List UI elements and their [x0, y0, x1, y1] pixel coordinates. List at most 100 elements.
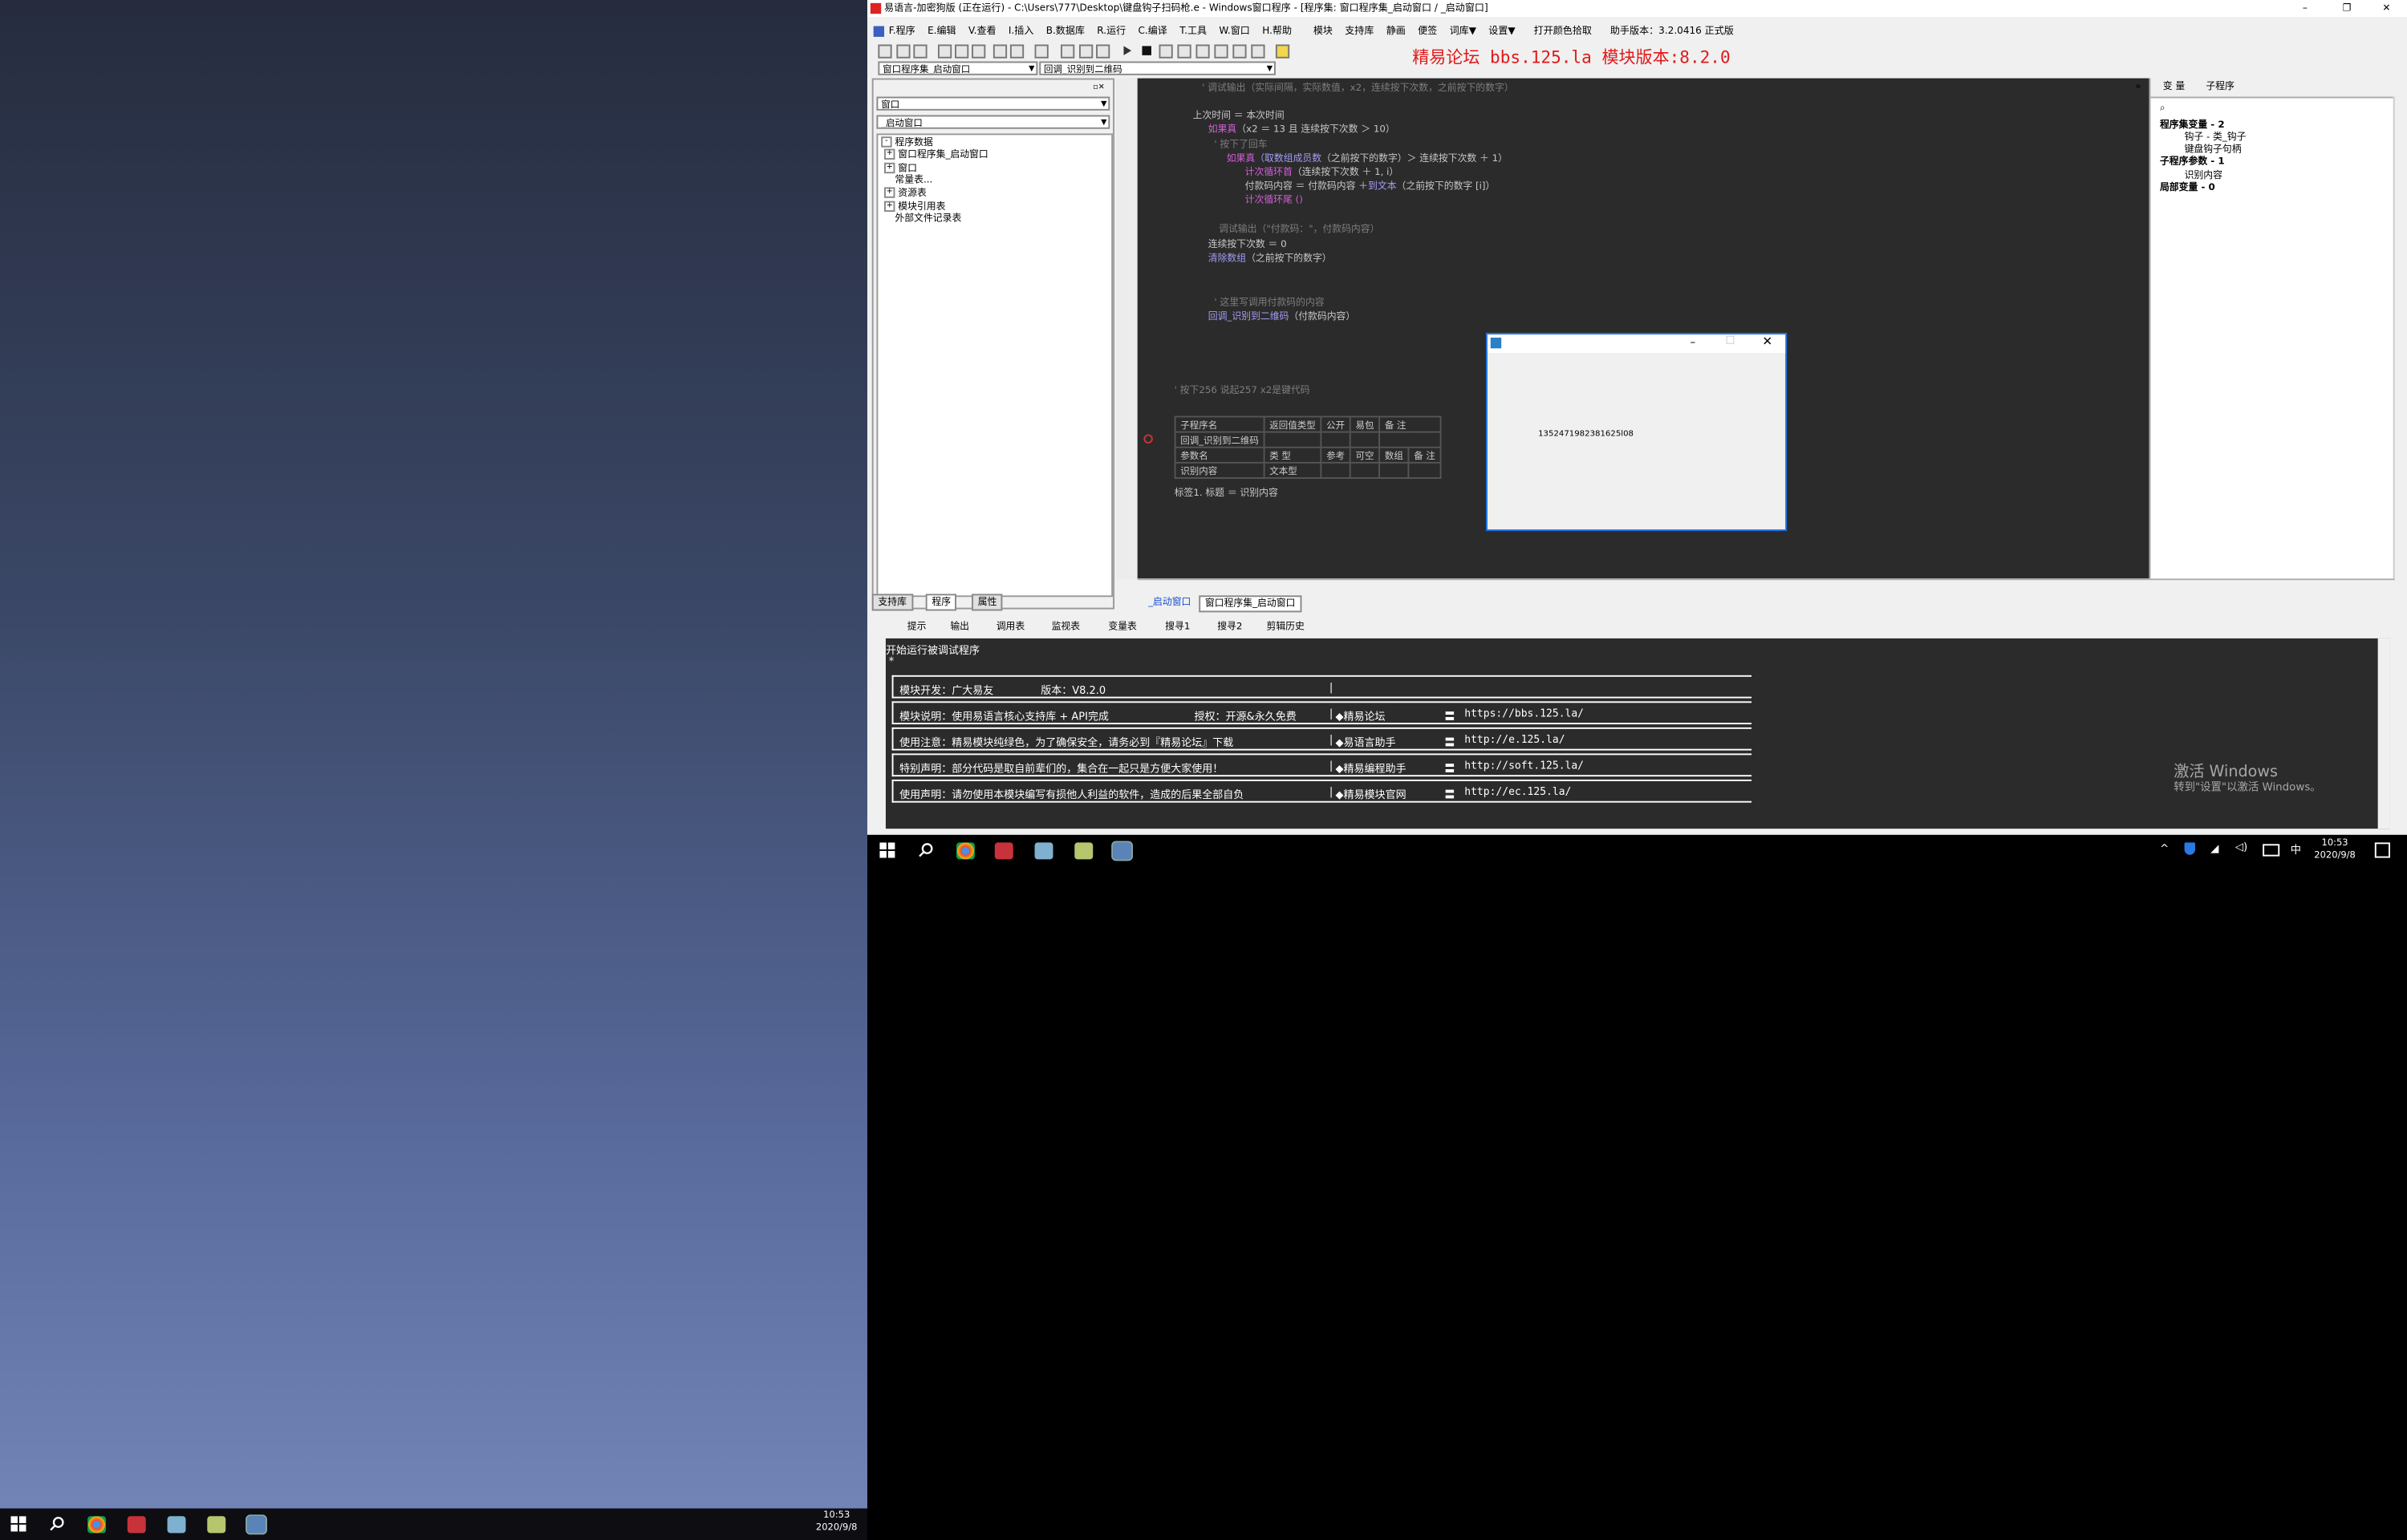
expand-icon[interactable]: + — [884, 187, 895, 198]
copy-icon[interactable] — [955, 44, 969, 59]
tab-variables-table[interactable]: 变量表 — [1108, 618, 1137, 637]
paste-icon[interactable] — [972, 44, 986, 59]
menu-tools[interactable]: T.工具 — [1179, 26, 1207, 37]
pdf-app-icon[interactable] — [994, 842, 1013, 860]
expand-panel-icon[interactable]: » — [2135, 79, 2141, 97]
tab-watch[interactable]: 监视表 — [1052, 618, 1081, 637]
menu-compile[interactable]: C.编译 — [1139, 26, 1167, 37]
table-cell[interactable] — [1320, 461, 1351, 479]
clock-left[interactable]: 10:53 2020/9/8 — [807, 1510, 866, 1535]
var-tree-item[interactable]: 键盘钩子句柄 — [2185, 144, 2242, 156]
output-box-link[interactable]: http://e.125.la/ — [1464, 734, 1565, 746]
menu-program[interactable]: F.程序 — [889, 26, 915, 37]
output-box-link[interactable]: http://soft.125.la/ — [1464, 760, 1584, 772]
pdf-app-icon[interactable] — [127, 1516, 146, 1534]
tab-properties[interactable]: 属性 — [972, 594, 1004, 611]
helper-icon[interactable] — [1275, 44, 1290, 59]
tree-item-window[interactable]: + 窗口 — [884, 161, 917, 176]
tree-item-module-refs[interactable]: + 模块引用表 — [884, 200, 945, 214]
var-tree-item[interactable]: 程序集变量 - 2 — [2160, 120, 2225, 132]
watch-icon[interactable] — [1251, 44, 1265, 59]
table-cell[interactable] — [1407, 461, 1442, 479]
component-name-combo[interactable]: _启动窗口 ▼ — [876, 115, 1110, 129]
step-into-icon[interactable] — [1159, 44, 1173, 59]
breakpoint-marker[interactable] — [1143, 434, 1153, 444]
chrome-icon[interactable] — [87, 1516, 107, 1534]
tab-search1[interactable]: 搜寻1 — [1165, 618, 1190, 637]
tree-item-program-data[interactable]: - 程序数据 — [881, 136, 933, 150]
step-over-icon[interactable] — [1177, 44, 1191, 59]
open-file-icon[interactable] — [896, 44, 911, 59]
expand-icon[interactable]: + — [884, 200, 895, 212]
tab-subroutines[interactable]: 子程序 — [2206, 79, 2234, 97]
tab-support-lib[interactable]: 支持库 — [871, 594, 913, 611]
tab-call-stack[interactable]: 调用表 — [996, 618, 1025, 637]
tool-app-icon[interactable] — [207, 1516, 226, 1534]
breakpoint-icon[interactable] — [1232, 44, 1247, 59]
table-cell[interactable]: 识别内容 — [1174, 461, 1265, 479]
redo-icon[interactable] — [1009, 44, 1025, 59]
tree-item-constants[interactable]: 常量表... — [895, 175, 932, 188]
var-tree-item[interactable]: 识别内容 — [2185, 170, 2222, 182]
restore-button[interactable]: ❐ — [2343, 0, 2352, 17]
tab-search2[interactable]: 搜寻2 — [1217, 618, 1242, 637]
table-cell[interactable] — [1349, 431, 1381, 448]
save-icon[interactable] — [913, 44, 927, 59]
start-icon[interactable] — [10, 1516, 26, 1532]
assembly-selector[interactable]: 窗口程序集_启动窗口 ▼ — [878, 61, 1038, 75]
table-cell[interactable]: 文本型 — [1263, 461, 1322, 479]
tab-variables[interactable]: 变 量 — [2163, 79, 2185, 97]
tree-item-assembly[interactable]: + 窗口程序集_启动窗口 — [884, 148, 988, 163]
search-icon[interactable] — [918, 842, 933, 857]
dialog-minimize-button[interactable]: – — [1691, 336, 1696, 348]
tab-output[interactable]: 输出 — [950, 618, 969, 637]
code-horizontal-scrollbar[interactable] — [1137, 578, 2395, 594]
notes-app-icon[interactable] — [1034, 842, 1053, 860]
close-button[interactable]: ✕ — [2382, 0, 2390, 17]
table-cell[interactable] — [1378, 431, 1442, 448]
volume-icon[interactable]: ◁) — [2235, 841, 2248, 853]
menu-support-lib[interactable]: 支持库 — [1345, 26, 1374, 37]
output-panel[interactable]: 开始运行被调试程序 * 模块开发：广大易友 版本：V8.2.0 | 模块说明：使… — [885, 638, 2390, 829]
expand-icon[interactable]: + — [884, 148, 895, 160]
notes-app-icon[interactable] — [167, 1516, 186, 1534]
var-tree-item[interactable]: 钩子 - 类_钩子 — [2185, 132, 2247, 144]
output-box-link[interactable]: https://bbs.125.la/ — [1464, 707, 1584, 719]
collapse-icon[interactable]: - — [881, 136, 892, 148]
tab-clipboard-history[interactable]: 剪辑历史 — [1266, 618, 1304, 637]
tree-item-resources[interactable]: + 资源表 — [884, 187, 927, 201]
menu-window[interactable]: W.窗口 — [1219, 26, 1249, 37]
menu-help[interactable]: H.帮助 — [1262, 26, 1292, 37]
menu-module[interactable]: 模块 — [1313, 26, 1333, 37]
network-icon[interactable]: ◢ — [2210, 842, 2218, 854]
e-language-icon[interactable] — [246, 1514, 267, 1535]
e-language-icon[interactable] — [1111, 841, 1133, 861]
run-icon[interactable] — [1123, 46, 1132, 55]
table-cell[interactable] — [1320, 431, 1351, 448]
undo-icon[interactable] — [992, 44, 1008, 59]
menu-edit[interactable]: E.编辑 — [927, 26, 956, 37]
tree-item-external-files[interactable]: 外部文件记录表 — [895, 213, 961, 226]
table-cell[interactable] — [1378, 461, 1410, 479]
menu-color-picker[interactable]: 打开颜色拾取 — [1534, 26, 1592, 37]
chrome-icon[interactable] — [956, 842, 975, 860]
layout1-icon[interactable] — [1061, 44, 1075, 59]
menu-run[interactable]: R.运行 — [1097, 26, 1126, 37]
subroutine-selector[interactable]: 回调_识别到二维码 ▼ — [1039, 61, 1276, 75]
search-icon[interactable]: ⌕ — [2160, 103, 2165, 115]
search-icon[interactable] — [49, 1516, 64, 1531]
table-cell[interactable] — [1349, 461, 1381, 479]
table-cell[interactable] — [1263, 431, 1322, 448]
dialog-close-button[interactable]: ✕ — [1762, 334, 1772, 348]
layout3-icon[interactable] — [1096, 44, 1110, 59]
notification-icon[interactable] — [2374, 842, 2390, 858]
layout2-icon[interactable] — [1079, 44, 1094, 59]
menu-database[interactable]: B.数据库 — [1046, 26, 1085, 37]
right-panel-scrollbar[interactable] — [2393, 96, 2407, 579]
menu-insert[interactable]: I.插入 — [1009, 26, 1033, 37]
table-cell[interactable]: 回调_识别到二维码 — [1174, 431, 1265, 448]
menu-dictionary[interactable]: 词库▼ — [1450, 26, 1476, 37]
menu-view[interactable]: V.查看 — [968, 26, 996, 37]
stop-icon[interactable] — [1142, 46, 1151, 55]
output-scrollbar[interactable] — [2377, 638, 2390, 829]
